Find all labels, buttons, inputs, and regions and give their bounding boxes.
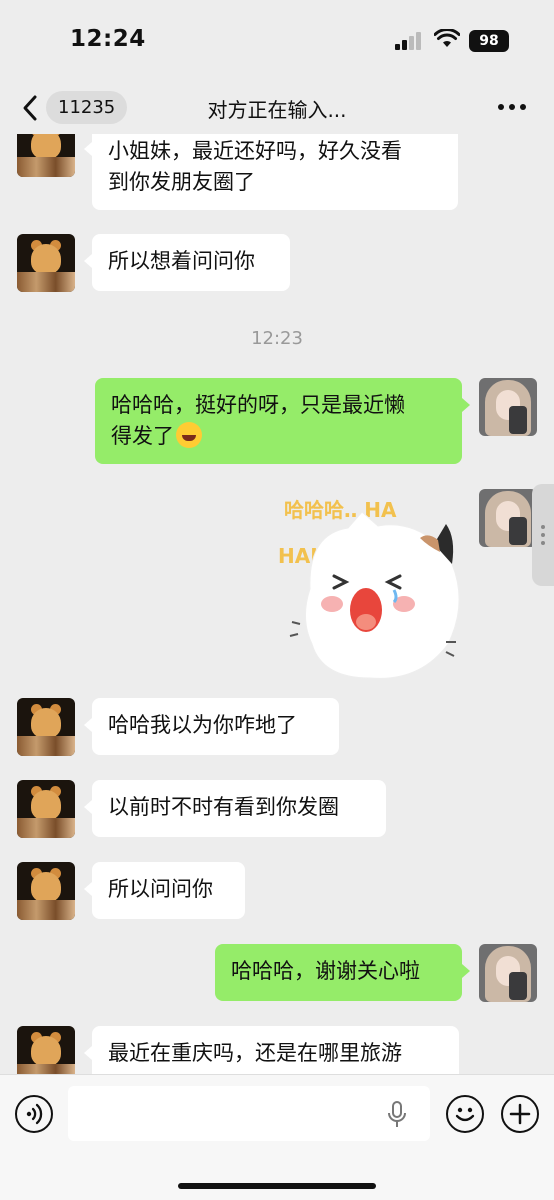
more-icon[interactable] <box>498 104 528 112</box>
chat-header: 11235 对方正在输入... <box>0 84 554 134</box>
contact-avatar[interactable] <box>17 780 75 838</box>
message-bubble-incoming[interactable]: 小姐妹，最近还好吗，好久没看 到你发朋友圈了 <box>84 134 458 210</box>
message-line: 所以问问你 <box>108 877 213 901</box>
side-drawer-handle[interactable] <box>532 484 554 586</box>
status-time: 12:24 <box>70 26 146 52</box>
message-line: 哈哈哈，挺好的呀，只是最近懒 <box>111 393 405 417</box>
message-line: 哈哈哈，谢谢关心啦 <box>231 959 420 983</box>
message-line: 最近在重庆吗，还是在哪里旅游 <box>108 1041 402 1065</box>
message-list[interactable]: 小姐妹，最近还好吗，好久没看 到你发朋友圈了 所以想着问问你 12:23 哈哈哈… <box>0 134 554 1074</box>
cat-face-icon <box>289 511 460 679</box>
message-line: 小姐妹，最近还好吗，好久没看 <box>108 139 402 163</box>
emoji-icon[interactable] <box>446 1095 484 1133</box>
message-line: 所以想着问问你 <box>108 249 255 273</box>
home-indicator[interactable] <box>178 1183 376 1189</box>
message-bubble-incoming[interactable]: 哈哈我以为你咋地了 <box>84 698 339 755</box>
message-text: 得发了 <box>111 424 174 448</box>
contact-avatar[interactable] <box>17 698 75 756</box>
input-toolbar <box>0 1074 554 1200</box>
contact-avatar[interactable] <box>17 862 75 920</box>
message-line: 得发了 <box>111 421 446 452</box>
message-bubble-incoming[interactable]: 最近在重庆吗，还是在哪里旅游 <box>84 1026 459 1074</box>
voice-icon[interactable] <box>15 1095 53 1133</box>
message-bubble-outgoing[interactable]: 哈哈哈，挺好的呀，只是最近懒 得发了 <box>95 378 470 464</box>
message-bubble-incoming[interactable]: 所以想着问问你 <box>84 234 290 291</box>
message-line: 到你发朋友圈了 <box>108 170 255 194</box>
contact-avatar[interactable] <box>17 134 75 177</box>
plus-icon[interactable] <box>501 1095 539 1133</box>
contact-avatar[interactable] <box>17 1026 75 1074</box>
signal-icon <box>395 32 425 50</box>
message-line: 哈哈我以为你咋地了 <box>108 713 297 737</box>
status-bar: 12:24 98 <box>0 0 554 84</box>
contact-avatar[interactable] <box>17 234 75 292</box>
message-bubble-outgoing[interactable]: 哈哈哈，谢谢关心啦 <box>215 944 470 1001</box>
laughing-tears-emoji-icon <box>176 422 202 448</box>
message-line: 以前时不时有看到你发圈 <box>108 795 339 819</box>
message-input[interactable] <box>68 1086 430 1141</box>
mic-icon[interactable] <box>386 1101 408 1129</box>
my-avatar[interactable] <box>479 944 537 1002</box>
wifi-icon <box>434 29 460 47</box>
cat-sticker[interactable]: 哈哈哈‥ HA HAH <box>270 494 470 684</box>
message-timestamp: 12:23 <box>251 328 303 349</box>
battery-indicator: 98 <box>469 30 509 52</box>
my-avatar[interactable] <box>479 378 537 436</box>
message-bubble-incoming[interactable]: 以前时不时有看到你发圈 <box>84 780 386 837</box>
message-bubble-incoming[interactable]: 所以问问你 <box>84 862 245 919</box>
chat-title: 对方正在输入... <box>207 98 347 122</box>
my-avatar[interactable] <box>479 489 537 547</box>
